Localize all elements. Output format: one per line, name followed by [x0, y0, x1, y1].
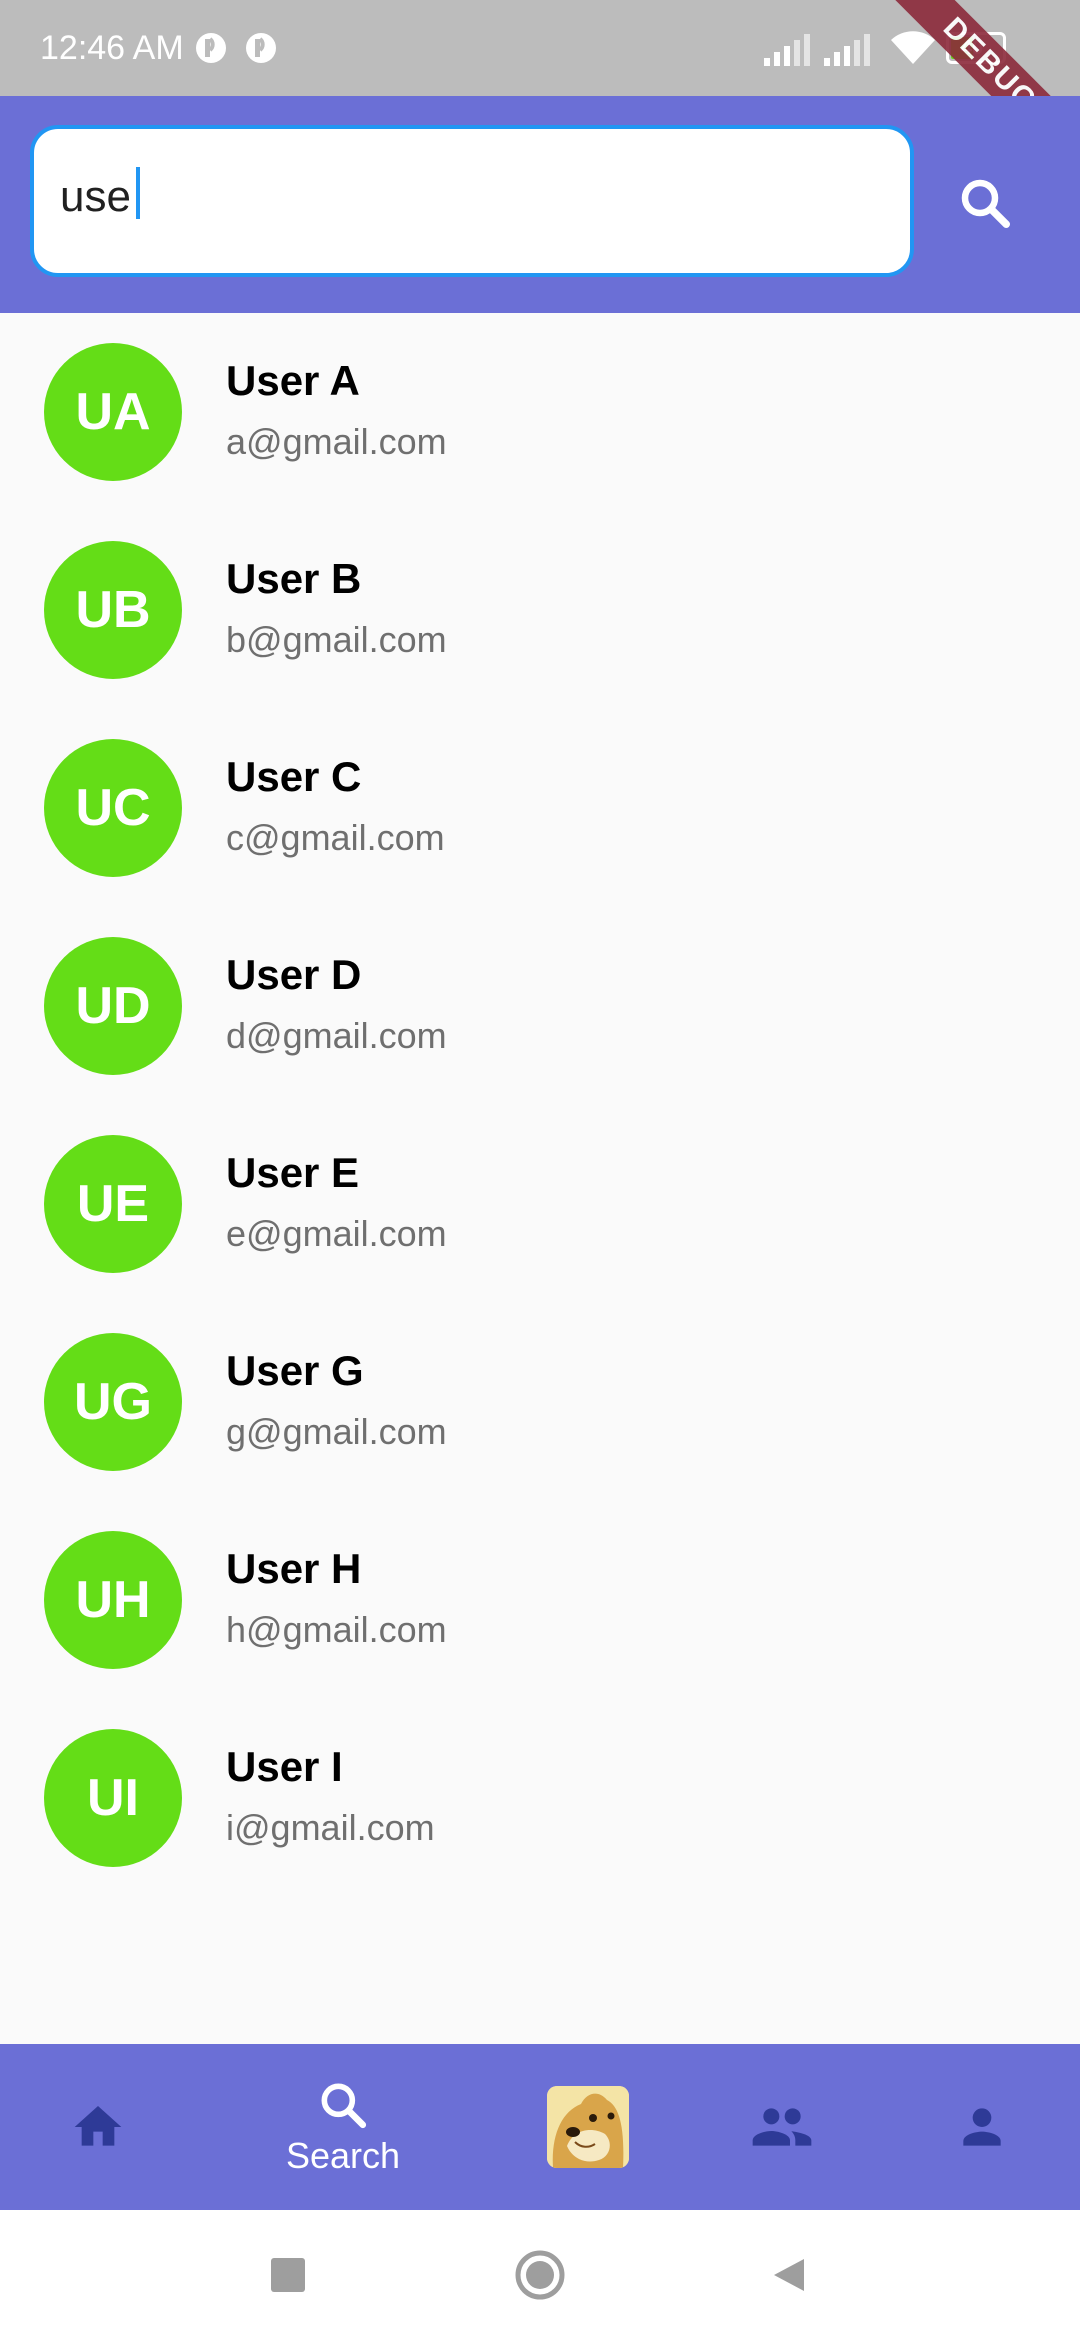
search-icon: [961, 179, 1010, 228]
nav-item-profile[interactable]: [932, 2044, 1032, 2210]
user-name: User G: [226, 1347, 364, 1394]
nav-item-search[interactable]: Search: [253, 2044, 433, 2210]
user-name: User C: [226, 753, 362, 800]
search-input[interactable]: [60, 167, 880, 227]
nav-label-search: Search: [285, 2135, 401, 2176]
user-list-item[interactable]: UA User A a@gmail.com: [0, 313, 1080, 511]
status-time: 12:46 AM: [40, 29, 184, 67]
user-email: d@gmail.com: [226, 1015, 447, 1056]
user-email: a@gmail.com: [226, 421, 447, 462]
user-list-item[interactable]: UI User I i@gmail.com: [0, 1699, 1080, 1897]
recents-button[interactable]: [238, 2210, 338, 2340]
user-email: c@gmail.com: [226, 817, 445, 858]
home-icon: [74, 2106, 122, 2146]
user-list-item[interactable]: UE User E e@gmail.com: [0, 1105, 1080, 1303]
user-email: b@gmail.com: [226, 619, 447, 660]
user-list-item[interactable]: UC User C c@gmail.com: [0, 709, 1080, 907]
nav-item-home[interactable]: [48, 2044, 148, 2210]
signal-icon-2: [824, 34, 870, 66]
status-bar: 12:46 AM 40 DEBUG: [0, 0, 1080, 186]
system-navigation-bar: [0, 2210, 1080, 2340]
home-button[interactable]: [490, 2210, 590, 2340]
square-icon: [271, 2258, 305, 2292]
avatar: UH: [44, 1531, 182, 1669]
circle-icon: [515, 2250, 565, 2300]
app-bar: [0, 96, 1080, 313]
signal-icon: [764, 34, 810, 66]
user-list-item[interactable]: UG User G g@gmail.com: [0, 1303, 1080, 1501]
back-triangle-icon: [774, 2259, 804, 2291]
user-list-item[interactable]: UB User B b@gmail.com: [0, 511, 1080, 709]
user-email: e@gmail.com: [226, 1213, 447, 1254]
user-name: User A: [226, 357, 360, 404]
avatar: UB: [44, 541, 182, 679]
user-email: g@gmail.com: [226, 1411, 447, 1452]
text-cursor: [136, 167, 140, 219]
bottom-navigation-bar: Search: [0, 2044, 1080, 2210]
back-button[interactable]: [738, 2210, 838, 2340]
user-name: User D: [226, 951, 362, 998]
doge-avatar: [547, 2086, 629, 2168]
avatar: UD: [44, 937, 182, 1075]
user-list-item[interactable]: UH User H h@gmail.com: [0, 1501, 1080, 1699]
person-icon: [963, 2108, 1001, 2146]
user-list-item[interactable]: UD User D d@gmail.com: [0, 907, 1080, 1105]
search-button[interactable]: [950, 168, 1020, 238]
nav-item-doge[interactable]: [538, 2044, 638, 2210]
user-name: User I: [226, 1743, 343, 1790]
group-icon: [752, 2108, 812, 2146]
app-notification-icon-2: [246, 33, 276, 63]
user-name: User E: [226, 1149, 360, 1196]
avatar: UG: [44, 1333, 182, 1471]
user-name: User H: [226, 1545, 362, 1592]
user-name: User B: [226, 555, 362, 602]
avatar: UA: [44, 343, 182, 481]
avatar: UC: [44, 739, 182, 877]
search-field-container[interactable]: [30, 125, 914, 277]
avatar: UE: [44, 1135, 182, 1273]
app-notification-icon: [196, 33, 226, 63]
user-email: i@gmail.com: [226, 1807, 435, 1848]
avatar: UI: [44, 1729, 182, 1867]
search-icon: [321, 2083, 367, 2129]
user-email: h@gmail.com: [226, 1609, 447, 1650]
nav-item-friends[interactable]: [732, 2044, 832, 2210]
